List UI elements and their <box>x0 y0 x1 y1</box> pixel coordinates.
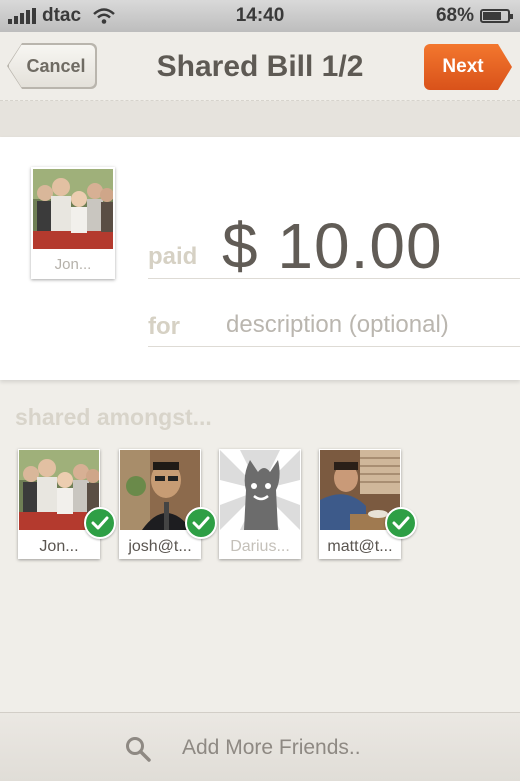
friend-tile[interactable]: josh@t... <box>119 449 217 559</box>
description-input[interactable]: description (optional) <box>226 311 449 339</box>
add-more-friends-button[interactable]: Add More Friends.. <box>0 713 520 781</box>
checkmark-icon <box>84 507 116 539</box>
amount-input[interactable]: $ 10.00 <box>222 209 443 283</box>
friend-name: josh@t... <box>128 538 192 555</box>
default-avatar-icon <box>220 450 300 530</box>
checkmark-icon <box>385 507 417 539</box>
payment-card: Jon... paid $ 10.00 for description (opt… <box>0 137 520 380</box>
paid-label: paid <box>148 243 198 270</box>
divider <box>148 346 520 347</box>
battery-icon <box>480 9 513 23</box>
friend-tile[interactable]: matt@t... <box>319 449 417 559</box>
friend-name: Jon... <box>39 538 79 555</box>
status-bar: dtac 14:40 68% <box>0 0 520 32</box>
header-spacer <box>0 101 520 137</box>
divider <box>148 278 520 279</box>
friend-tile[interactable]: Darius... <box>219 449 301 559</box>
next-button[interactable]: Next <box>424 44 512 90</box>
search-icon <box>124 735 152 768</box>
payer-name: Jon... <box>54 256 92 273</box>
shared-amongst-label: shared amongst... <box>15 404 212 430</box>
bottom-bar: Add More Friends.. <box>0 712 520 781</box>
friend-name: matt@t... <box>327 538 393 555</box>
friend-name: Darius... <box>230 538 290 555</box>
checkmark-icon <box>185 507 217 539</box>
payer-avatar[interactable]: Jon... <box>31 167 115 279</box>
family-photo-icon <box>33 169 113 249</box>
add-more-friends-label: Add More Friends.. <box>182 736 361 759</box>
friend-tile[interactable]: Jon... <box>18 449 116 559</box>
for-label: for <box>148 313 180 340</box>
status-right: 68% <box>435 5 513 27</box>
battery-percent: 68% <box>435 5 474 26</box>
navigation-bar: Cancel Shared Bill 1/2 Next <box>0 32 520 101</box>
